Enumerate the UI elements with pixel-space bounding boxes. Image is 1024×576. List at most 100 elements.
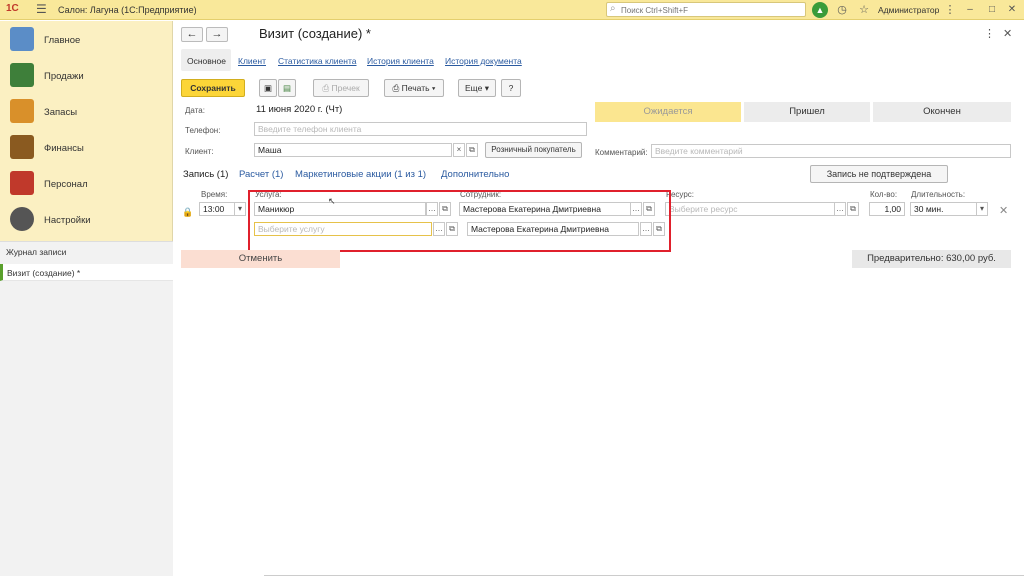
unconfirmed-button[interactable]: Запись не подтверждена (810, 165, 948, 183)
notifications-icon[interactable]: ▲ (812, 2, 828, 18)
date-value[interactable]: 11 июня 2020 г. (Чт) (256, 104, 342, 115)
sales-chart-icon (10, 63, 34, 87)
app-title: Салон: Лагуна (1С:Предприятие) (58, 5, 197, 15)
phone-field[interactable]: Введите телефон клиента (254, 122, 587, 136)
status-expected-button[interactable]: Ожидается (595, 102, 741, 122)
sidebar-item-label: Главное (44, 35, 81, 46)
sidebar-item-main[interactable]: Главное (0, 23, 173, 57)
title-bar: 1С ☰ Салон: Лагуна (1С:Предприятие) ⌕ ▲ … (0, 0, 1024, 20)
cancel-button[interactable]: Отменить (181, 250, 340, 268)
open-window-item[interactable]: Визит (создание) * (0, 264, 173, 281)
receipt-button[interactable]: ⎙ Пречек (313, 79, 369, 97)
tab-client[interactable]: Клиент (238, 56, 266, 66)
sidebar-item-label: Персонал (44, 179, 88, 190)
subtab-record[interactable]: Запись (1) (183, 169, 228, 180)
lock-icon[interactable]: 🔒 (182, 207, 193, 218)
comment-field[interactable]: Введите комментарий (651, 144, 1011, 158)
print-button[interactable]: ⎙ Печать ▾ (384, 79, 444, 97)
maximize-icon[interactable]: □ (984, 2, 1000, 18)
client-label: Клиент: (185, 147, 214, 156)
journal-link[interactable]: Журнал записи (6, 247, 66, 257)
sidebar-item-label: Продажи (44, 71, 84, 82)
search-icon: ⌕ (610, 3, 616, 14)
subtab-additional[interactable]: Дополнительно (441, 169, 509, 180)
search-input[interactable] (621, 4, 801, 16)
subtab-calculation[interactable]: Расчет (1) (239, 169, 283, 180)
user-name[interactable]: Администратор (878, 5, 939, 15)
sidebar-item-sales[interactable]: Продажи (0, 59, 173, 93)
duration-value: 30 мин. (914, 204, 944, 214)
tab-main[interactable]: Основное (181, 49, 231, 71)
back-button[interactable]: ← (181, 27, 203, 42)
sidebar-footer (0, 481, 173, 576)
sidebar-item-label: Запасы (44, 107, 78, 118)
mouse-cursor-icon: ↖ (328, 196, 336, 206)
resource-placeholder: Выберите ресурс (669, 204, 738, 214)
clear-icon[interactable]: × (453, 143, 465, 157)
open-icon[interactable]: ⧉ (847, 202, 859, 216)
delete-row-icon[interactable]: ✕ (999, 204, 1008, 217)
chevron-down-icon[interactable]: ▾ (234, 202, 246, 216)
main-icon (10, 27, 34, 51)
comment-label: Комментарий: (595, 148, 648, 157)
date-label: Дата: (185, 106, 205, 115)
page-title: Визит (создание) * (259, 26, 371, 41)
subtab-marketing[interactable]: Маркетинговые акции (1 из 1) (295, 169, 426, 180)
form-more-icon[interactable]: ⋮ (984, 27, 995, 40)
comment-placeholder: Введите комментарий (655, 146, 743, 156)
close-icon[interactable]: ✕ (1004, 2, 1020, 18)
open-icon[interactable]: ⧉ (466, 143, 478, 157)
chevron-down-icon: ▾ (431, 83, 436, 93)
qty-label: Кол-во: (870, 190, 898, 199)
time-label: Время: (201, 190, 228, 199)
client-field[interactable]: Маша (254, 143, 452, 157)
phone-placeholder: Введите телефон клиента (258, 124, 362, 134)
sidebar-item-staff[interactable]: Персонал (0, 167, 173, 201)
post-document-icon[interactable]: ▤ (278, 79, 296, 97)
open-window-label: Визит (создание) * (7, 268, 81, 278)
time-field[interactable]: 13:00 (199, 202, 235, 216)
sidebar-item-label: Финансы (44, 143, 84, 154)
more-vertical-icon[interactable]: ⋮ (942, 2, 958, 18)
sidebar-item-finance[interactable]: Финансы (0, 131, 173, 165)
qty-value: 1,00 (884, 204, 901, 214)
retail-customer-button[interactable]: Розничный покупатель (485, 142, 582, 158)
more-button[interactable]: Еще ▾ (458, 79, 496, 97)
time-value: 13:00 (203, 204, 225, 214)
select-button[interactable]: … (834, 202, 846, 216)
forward-button[interactable]: → (206, 27, 228, 42)
printer-icon: ⎙ (322, 83, 332, 93)
status-arrived-button[interactable]: Пришел (744, 102, 870, 122)
status-finished-button[interactable]: Окончен (873, 102, 1011, 122)
tab-label: Основное (187, 56, 226, 66)
tab-client-history[interactable]: История клиента (367, 56, 434, 66)
favorites-icon[interactable]: ☆ (856, 2, 872, 18)
duration-label: Длительность: (911, 190, 966, 199)
highlight-frame (248, 190, 671, 252)
resource-field[interactable]: Выберите ресурс (665, 202, 835, 216)
form-close-icon[interactable]: ✕ (1003, 27, 1012, 40)
tab-client-stats[interactable]: Статистика клиента (278, 56, 356, 66)
global-search[interactable]: ⌕ (606, 2, 806, 17)
duration-field[interactable]: 30 мин. (910, 202, 977, 216)
print-label: Печать (401, 83, 430, 93)
sidebar-item-settings[interactable]: Настройки (0, 203, 173, 237)
more-label: Еще (465, 83, 483, 93)
floppy-disk-icon[interactable]: ▣ (259, 79, 277, 97)
sidebar: Главное Продажи Запасы Финансы Персонал … (0, 21, 173, 576)
stock-icon (10, 99, 34, 123)
tab-document-history[interactable]: История документа (445, 56, 522, 66)
phone-label: Телефон: (185, 126, 221, 135)
qty-field[interactable]: 1,00 (869, 202, 905, 216)
chevron-down-icon: ▾ (484, 83, 489, 93)
minimize-icon[interactable]: – (962, 2, 978, 18)
history-icon[interactable]: ◷ (834, 2, 850, 18)
chevron-down-icon[interactable]: ▾ (976, 202, 988, 216)
help-button[interactable]: ? (501, 79, 521, 97)
menu-icon[interactable]: ☰ (36, 2, 47, 16)
sidebar-item-stock[interactable]: Запасы (0, 95, 173, 129)
wallet-icon (10, 135, 34, 159)
client-value: Маша (258, 145, 282, 155)
people-icon (10, 171, 34, 195)
save-button[interactable]: Сохранить (181, 79, 245, 97)
